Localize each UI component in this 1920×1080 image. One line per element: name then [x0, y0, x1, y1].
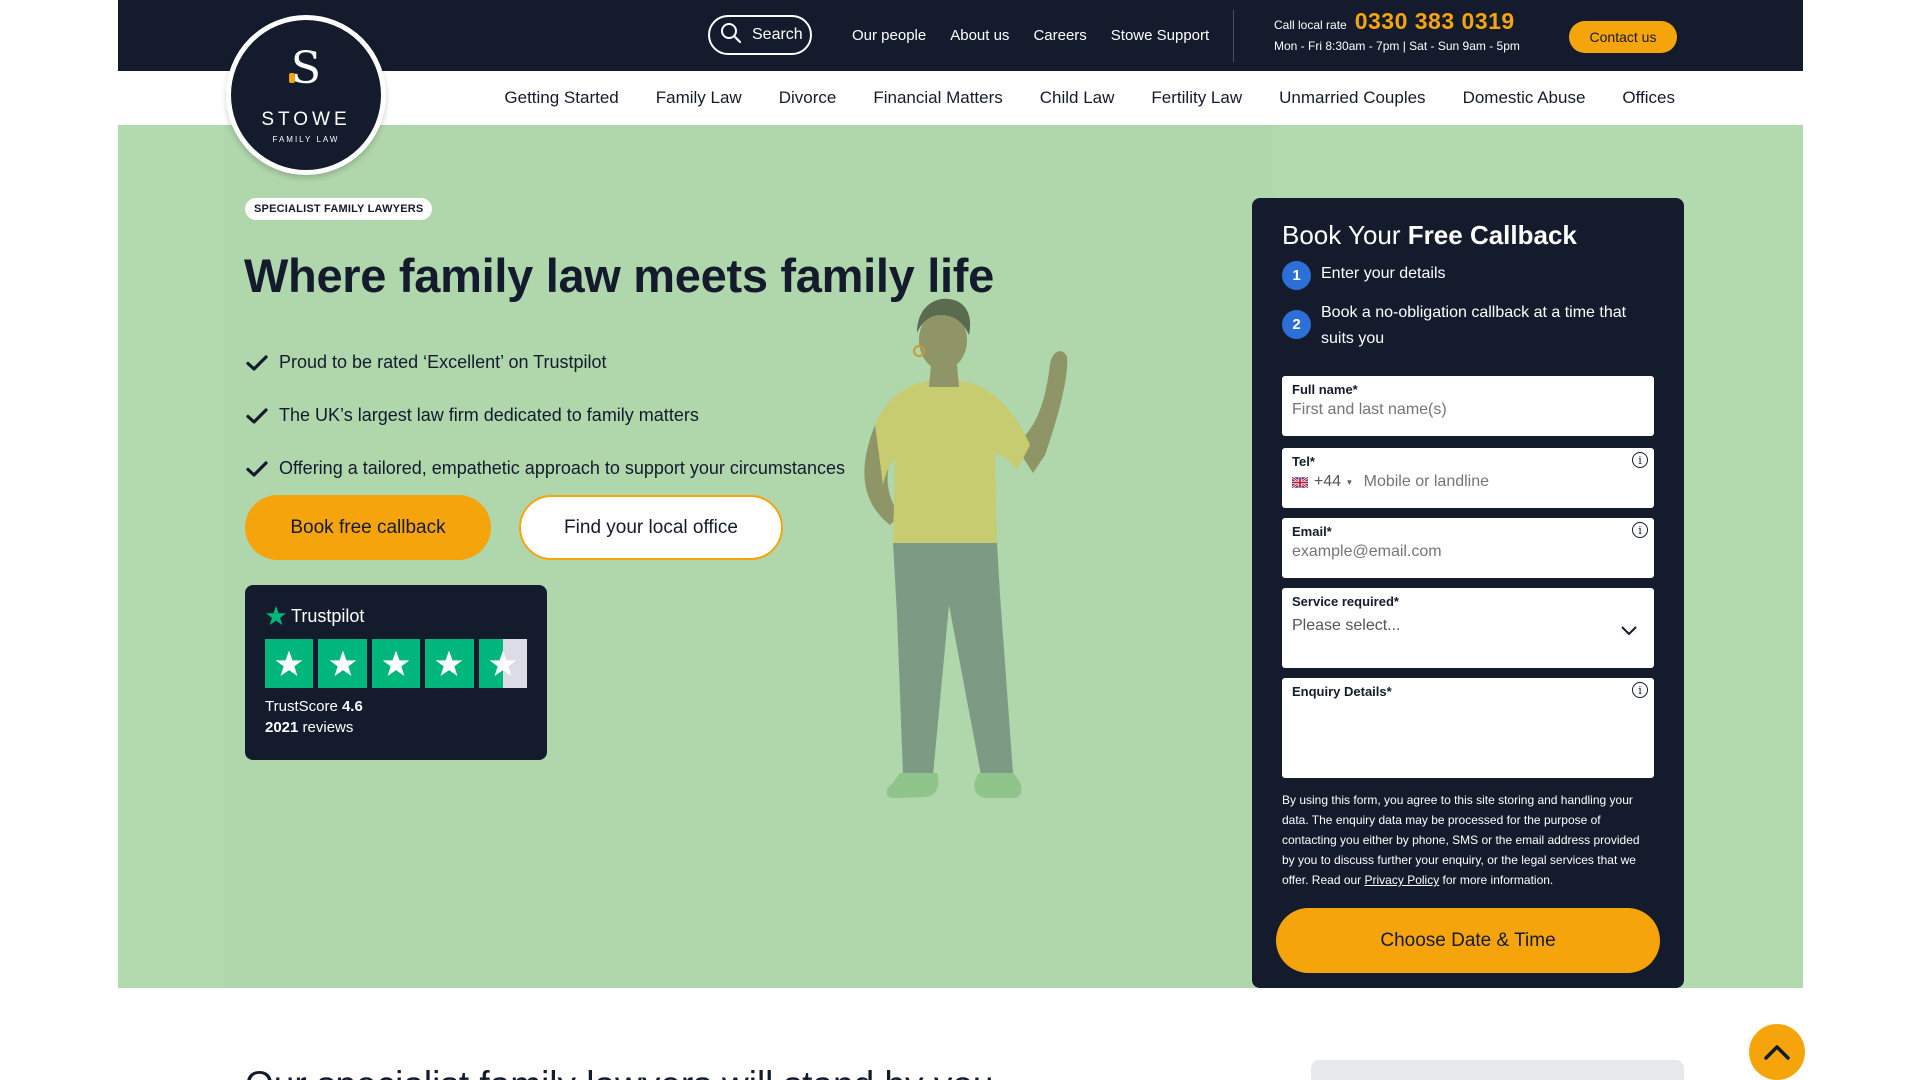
scroll-to-top-button[interactable] — [1749, 1024, 1805, 1080]
bullet-text: The UK’s largest law firm dedicated to f… — [279, 405, 699, 425]
phone-number[interactable]: 0330 383 0319 — [1355, 8, 1515, 35]
review-count-value: 2021 — [265, 719, 299, 736]
step-text: Book a no-obligation callback at a time … — [1321, 304, 1627, 347]
nav-item-domestic-abuse[interactable]: Domestic Abuse — [1463, 88, 1586, 108]
logo-monogram: S — [288, 42, 322, 94]
chevron-up-icon — [1764, 1045, 1790, 1060]
service-select[interactable]: Service required* Please select... — [1282, 588, 1654, 668]
util-link-careers[interactable]: Careers — [1033, 27, 1086, 44]
search-label: Search — [752, 26, 803, 43]
step-text: Enter your details — [1321, 265, 1446, 282]
call-info: Call local rate 0330 383 0319 Mon - Fri … — [1274, 8, 1520, 53]
service-label: Service required* — [1292, 594, 1399, 609]
full-name-label: Full name* — [1292, 382, 1358, 397]
step-number: 1 — [1282, 261, 1311, 290]
info-icon[interactable]: i — [1632, 522, 1648, 538]
nav-item-getting-started[interactable]: Getting Started — [504, 88, 618, 108]
trustscore: TrustScore 4.6 — [265, 698, 527, 715]
callback-form: Book Your Free Callback 1 Enter your det… — [1252, 198, 1684, 988]
star-icon — [265, 639, 314, 688]
trustpilot-widget[interactable]: Trustpilot TrustScore 4.6 2021 reviews — [245, 585, 547, 760]
nav-item-fertility-law[interactable]: Fertility Law — [1151, 88, 1242, 108]
chevron-down-icon — [1621, 626, 1637, 636]
email-label: Email* — [1292, 524, 1332, 539]
caret-down-icon: ▾ — [1347, 476, 1352, 487]
star-half-icon — [478, 639, 528, 688]
check-icon — [246, 460, 268, 477]
enquiry-label: Enquiry Details* — [1292, 684, 1392, 699]
bullet-text: Offering a tailored, empathetic approach… — [279, 458, 845, 478]
bullet-item: The UK’s largest law firm dedicated to f… — [245, 389, 845, 442]
find-local-office-button[interactable]: Find your local office — [519, 495, 783, 560]
specialist-badge: SPECIALIST FAMILY LAWYERS — [245, 198, 433, 220]
trustscore-label: TrustScore — [265, 698, 338, 715]
tel-label: Tel* — [1292, 454, 1315, 469]
full-name-input[interactable] — [1292, 401, 1644, 419]
trustpilot-brand-label: Trustpilot — [291, 605, 365, 626]
trustpilot-brand: Trustpilot — [265, 605, 527, 627]
check-icon — [246, 407, 268, 424]
logo-name: STOWE — [261, 108, 351, 130]
privacy-policy-link[interactable]: Privacy Policy — [1365, 873, 1440, 887]
trustpilot-rating-stars — [265, 639, 528, 688]
stowe-logo[interactable]: S STOWE FAMILY LAW — [226, 15, 386, 175]
nav-item-financial-matters[interactable]: Financial Matters — [873, 88, 1002, 108]
check-icon — [246, 354, 268, 371]
email-field[interactable]: Email* i — [1282, 518, 1654, 578]
star-icon — [371, 639, 421, 688]
form-step: 2 Book a no-obligation callback at a tim… — [1282, 300, 1654, 352]
search-icon — [720, 22, 742, 49]
page: Search Our people About us Careers Stowe… — [0, 0, 1920, 1080]
call-label: Call local rate — [1274, 18, 1347, 32]
tel-field[interactable]: Tel* i +44 ▾ — [1282, 448, 1654, 508]
review-count-label: reviews — [302, 719, 354, 736]
star-icon — [318, 639, 367, 688]
nav-item-child-law[interactable]: Child Law — [1040, 88, 1115, 108]
form-legal-text: By using this form, you agree to this si… — [1282, 793, 1640, 887]
email-input[interactable] — [1292, 543, 1644, 561]
trustscore-value: 4.6 — [341, 698, 363, 715]
bullet-item: Proud to be rated ‘Excellent’ on Trustpi… — [245, 336, 845, 389]
nav-item-offices[interactable]: Offices — [1622, 88, 1675, 108]
country-code[interactable]: +44 — [1314, 473, 1341, 491]
info-icon[interactable]: i — [1632, 452, 1648, 468]
util-link-stowe-support[interactable]: Stowe Support — [1111, 27, 1209, 44]
opening-hours: Mon - Fri 8:30am - 7pm | Sat - Sun 9am -… — [1274, 39, 1520, 53]
step-number: 2 — [1282, 310, 1311, 339]
hero-bullets: Proud to be rated ‘Excellent’ on Trustpi… — [245, 336, 845, 495]
full-name-field[interactable]: Full name* — [1282, 376, 1654, 436]
contact-us-button[interactable]: Contact us — [1569, 21, 1677, 53]
trustpilot-star-icon — [265, 605, 287, 626]
nav-item-unmarried-couples[interactable]: Unmarried Couples — [1279, 88, 1425, 108]
nav-item-divorce[interactable]: Divorce — [779, 88, 837, 108]
choose-date-time-button[interactable]: Choose Date & Time — [1276, 908, 1660, 973]
nav-item-family-law[interactable]: Family Law — [656, 88, 742, 108]
star-icon — [425, 639, 474, 688]
logo-tagline: FAMILY LAW — [272, 134, 340, 144]
util-link-about-us[interactable]: About us — [950, 27, 1009, 44]
form-step: 1 Enter your details — [1282, 261, 1654, 290]
book-free-callback-button[interactable]: Book free callback — [245, 495, 491, 560]
search-button[interactable]: Search — [708, 15, 812, 55]
tel-input[interactable] — [1363, 473, 1644, 491]
bullet-item: Offering a tailored, empathetic approach… — [245, 442, 845, 495]
service-selected-value: Please select... — [1292, 617, 1401, 634]
below-card — [1311, 1060, 1684, 1080]
bullet-text: Proud to be rated ‘Excellent’ on Trustpi… — [279, 352, 607, 372]
header-divider — [1233, 10, 1234, 62]
util-link-our-people[interactable]: Our people — [852, 27, 926, 44]
utility-nav: Our people About us Careers Stowe Suppor… — [852, 0, 1209, 71]
hero-person-illustration — [864, 298, 1068, 798]
section-heading: Our specialist family lawyers will stand… — [245, 1064, 993, 1080]
enquiry-details-field[interactable]: Enquiry Details* i — [1282, 678, 1654, 778]
form-title: Book Your Free Callback — [1282, 220, 1577, 250]
review-count: 2021 reviews — [265, 719, 527, 736]
info-icon[interactable]: i — [1632, 682, 1648, 698]
uk-flag-icon[interactable] — [1292, 475, 1308, 489]
